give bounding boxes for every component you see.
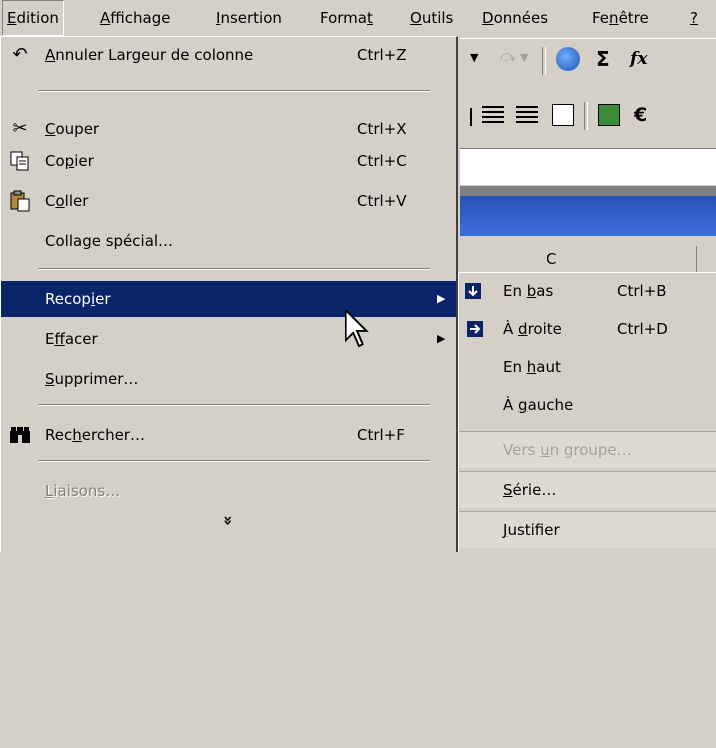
submenu-arrow-icon: ▶ [437, 332, 446, 345]
edition-menu: ↶ Annuler Largeur de colonne Ctrl+Z ✂ Co… [0, 36, 458, 552]
menu-item-shortcut: Ctrl+C [357, 152, 407, 170]
copy-icon [3, 143, 37, 185]
submenu-item-justifier[interactable]: Justifier [459, 511, 716, 548]
menu-item-annuler[interactable]: ↶ Annuler Largeur de colonne Ctrl+Z [1, 37, 456, 73]
menu-item-copier[interactable]: Copier Ctrl+C [1, 143, 456, 179]
submenu-item-label: Série… [503, 481, 557, 499]
undo-dropdown-icon[interactable]: ▼ [470, 51, 478, 64]
menu-help[interactable]: ? [686, 0, 702, 36]
redo-icon[interactable]: ⤼ [500, 47, 516, 65]
toolbar-separator [584, 102, 588, 130]
menu-affichage[interactable]: Affichage [96, 0, 174, 36]
menu-item-label: Couper [45, 120, 100, 138]
mouse-cursor-icon [345, 310, 369, 348]
menu-item-couper[interactable]: ✂ Couper Ctrl+X [1, 111, 456, 147]
menu-outils[interactable]: Outils [406, 0, 457, 36]
standard-toolbar: ▼ ⤼ ▼ Σ fx [460, 38, 716, 83]
menu-separator [38, 268, 430, 270]
fill-right-icon [467, 321, 483, 337]
submenu-item-en-bas[interactable]: En bas Ctrl+B [459, 273, 716, 309]
align-left-icon[interactable] [470, 108, 476, 126]
menu-item-label: Liaisons… [45, 482, 121, 500]
currency-icon[interactable] [598, 104, 620, 126]
menu-item-label: Supprimer… [45, 370, 139, 388]
formatting-toolbar: € [460, 92, 716, 142]
submenu-item-label: À gauche [503, 396, 574, 414]
menu-edition[interactable]: Edition [2, 0, 64, 36]
workbook-title-strip [460, 186, 716, 196]
column-divider [696, 246, 697, 274]
submenu-item-en-haut[interactable]: En haut [459, 349, 716, 385]
autosum-icon[interactable]: Σ [596, 47, 610, 71]
submenu-item-label: En haut [503, 358, 561, 376]
fill-down-icon [465, 283, 481, 299]
recopier-submenu: En bas Ctrl+B À droite Ctrl+D En haut À … [458, 272, 716, 552]
submenu-item-label: Vers un groupe… [503, 441, 632, 459]
hyperlink-icon[interactable] [556, 47, 580, 71]
submenu-item-label: En bas [503, 282, 554, 300]
submenu-arrow-icon: ▶ [437, 292, 446, 305]
menu-item-label: Copier [45, 152, 94, 170]
undo-icon: ↶ [12, 44, 28, 65]
menu-item-collage-special[interactable]: Collage spécial… [1, 223, 456, 259]
menu-insertion[interactable]: Insertion [212, 0, 286, 36]
expand-menu-chevron-icon[interactable]: » [219, 293, 238, 748]
menu-separator [38, 90, 430, 92]
menu-item-label: Rechercher… [45, 426, 145, 444]
scissors-icon: ✂ [12, 118, 28, 139]
formula-bar[interactable] [460, 148, 716, 185]
menu-fenetre[interactable]: Fenêtre [588, 0, 653, 36]
menu-item-label: Coller [45, 192, 89, 210]
toolbar-separator [542, 47, 546, 75]
menu-item-shortcut: Ctrl+Z [357, 46, 407, 64]
menu-format[interactable]: Format [316, 0, 377, 36]
workbook-title-bar [460, 196, 716, 236]
paste-icon [3, 183, 37, 225]
submenu-item-shortcut: Ctrl+B [617, 282, 667, 300]
merge-center-icon[interactable] [552, 104, 574, 126]
submenu-item-a-gauche[interactable]: À gauche [459, 387, 716, 423]
euro-icon[interactable]: € [634, 104, 647, 126]
menu-item-coller[interactable]: Coller Ctrl+V [1, 183, 456, 219]
menu-item-shortcut: Ctrl+V [357, 192, 407, 210]
function-icon[interactable]: fx [630, 49, 647, 69]
column-header-c[interactable]: C [546, 250, 556, 268]
menu-item-shortcut: Ctrl+F [357, 426, 405, 444]
submenu-item-label: Justifier [503, 521, 560, 539]
submenu-item-shortcut: Ctrl+D [617, 320, 668, 338]
menu-item-label: Annuler Largeur de colonne [45, 46, 254, 64]
menu-item-label: Collage spécial… [45, 232, 174, 250]
submenu-item-serie[interactable]: Série… [459, 471, 716, 508]
column-headers: C [460, 246, 716, 274]
menu-item-shortcut: Ctrl+X [357, 120, 407, 138]
menu-item-label: Recopier [45, 290, 111, 308]
menu-donnees[interactable]: Données [478, 0, 552, 36]
align-center-icon[interactable] [482, 106, 504, 126]
align-right-icon[interactable] [516, 106, 538, 126]
binoculars-icon [3, 417, 37, 458]
submenu-item-label: À droite [503, 320, 562, 338]
menu-bar: Edition Affichage Insertion Format Outil… [0, 0, 716, 36]
submenu-item-vers-un-groupe: Vers un groupe… [459, 431, 716, 468]
redo-dropdown-icon[interactable]: ▼ [520, 51, 528, 64]
submenu-item-a-droite[interactable]: À droite Ctrl+D [459, 311, 716, 347]
menu-item-label: Effacer [45, 330, 98, 348]
